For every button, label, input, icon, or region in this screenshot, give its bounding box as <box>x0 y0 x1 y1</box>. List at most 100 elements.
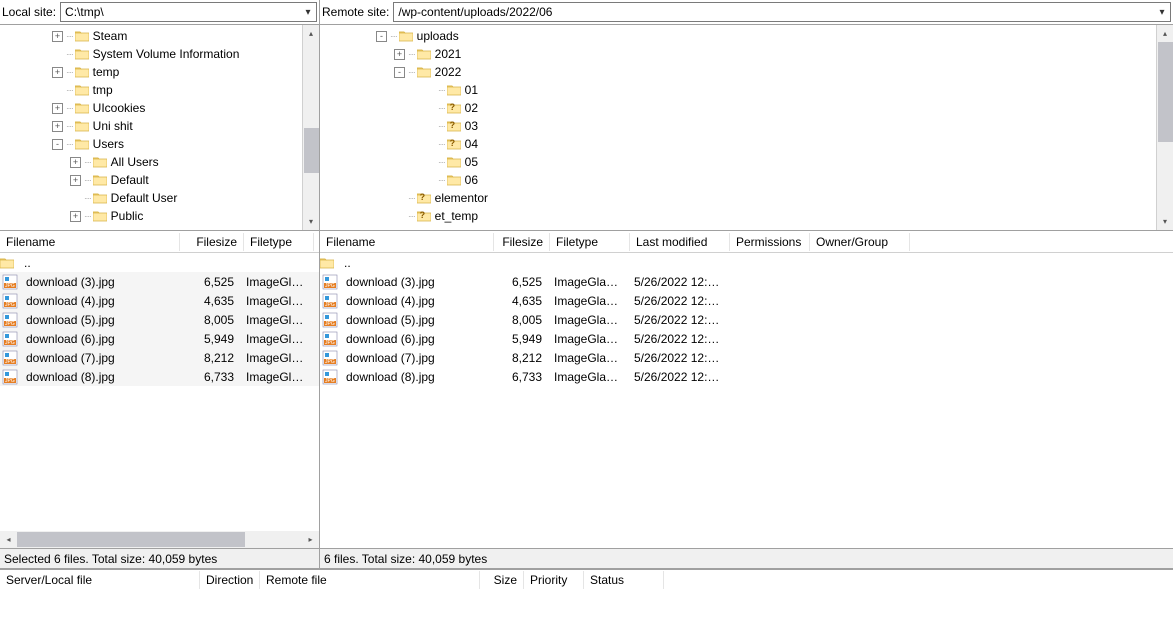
tree-expander[interactable]: + <box>52 121 63 132</box>
tree-item[interactable]: ····06 <box>320 171 1173 189</box>
chevron-down-icon[interactable]: ▾ <box>1154 7 1170 18</box>
tree-label: uploads <box>417 29 459 43</box>
tree-expander[interactable]: + <box>52 103 63 114</box>
file-row[interactable]: download (4).jpg4,635ImageGlas...5/26/20… <box>320 291 1173 310</box>
tree-expander[interactable]: + <box>52 67 63 78</box>
local-file-list[interactable]: ..download (3).jpg6,525ImageGlassdownloa… <box>0 253 319 386</box>
tree-expander[interactable]: + <box>52 31 63 42</box>
parent-dir[interactable]: .. <box>0 253 319 272</box>
file-name: download (6).jpg <box>20 332 180 346</box>
file-row[interactable]: download (5).jpg8,005ImageGlas...5/26/20… <box>320 310 1173 329</box>
tree-expander[interactable]: - <box>394 67 405 78</box>
tree-item[interactable]: -····Users <box>0 135 319 153</box>
scrollbar-vertical[interactable]: ▴ ▾ <box>302 25 319 230</box>
scroll-up-icon[interactable]: ▴ <box>1157 25 1173 42</box>
col-server[interactable]: Server/Local file <box>0 571 200 589</box>
tree-item[interactable]: +····Default <box>0 171 319 189</box>
file-row[interactable]: download (6).jpg5,949ImageGlas...5/26/20… <box>320 329 1173 348</box>
file-row[interactable]: download (3).jpg6,525ImageGlas...5/26/20… <box>320 272 1173 291</box>
col-modified[interactable]: Last modified <box>630 233 730 251</box>
tree-item[interactable]: ····System Volume Information <box>0 45 319 63</box>
scroll-right-icon[interactable]: ▸ <box>302 531 319 548</box>
jpg-icon <box>2 274 18 290</box>
scrollbar-horizontal[interactable]: ◂ ▸ <box>0 531 319 548</box>
scroll-down-icon[interactable]: ▾ <box>303 213 320 230</box>
tree-expander[interactable]: + <box>394 49 405 60</box>
tree-item[interactable]: -····uploads <box>320 27 1173 45</box>
col-direction[interactable]: Direction <box>200 571 260 589</box>
tree-item[interactable]: +····temp <box>0 63 319 81</box>
local-tree[interactable]: +····Steam····System Volume Information+… <box>0 25 319 231</box>
file-row[interactable]: download (3).jpg6,525ImageGlass <box>0 272 319 291</box>
scroll-up-icon[interactable]: ▴ <box>303 25 320 42</box>
tree-item[interactable]: -····2022 <box>320 63 1173 81</box>
col-priority[interactable]: Priority <box>524 571 584 589</box>
scroll-left-icon[interactable]: ◂ <box>0 531 17 548</box>
tree-item[interactable]: ····04 <box>320 135 1173 153</box>
tree-expander[interactable]: - <box>376 31 387 42</box>
remote-site-label: Remote site: <box>322 3 393 21</box>
file-size: 6,733 <box>496 370 548 384</box>
tree-item[interactable]: ····elementor <box>320 189 1173 207</box>
col-filetype[interactable]: Filetype <box>550 233 630 251</box>
col-owner[interactable]: Owner/Group <box>810 233 910 251</box>
folder-icon <box>93 210 107 222</box>
col-size[interactable]: Size <box>480 571 524 589</box>
col-filesize[interactable]: Filesize <box>180 233 244 251</box>
tree-expander[interactable]: + <box>70 211 81 222</box>
chevron-down-icon[interactable]: ▾ <box>300 7 316 18</box>
file-modified: 5/26/2022 12:0... <box>628 294 728 308</box>
tree-item[interactable]: ····Default User <box>0 189 319 207</box>
transfer-queue-header[interactable]: Server/Local file Direction Remote file … <box>0 568 1173 590</box>
tree-item[interactable]: +····UIcookies <box>0 99 319 117</box>
tree-item[interactable]: ····et_temp <box>320 207 1173 225</box>
col-filename[interactable]: Filename <box>320 233 494 251</box>
col-filetype[interactable]: Filetype <box>244 233 314 251</box>
remote-path-input[interactable] <box>394 5 1154 19</box>
col-permissions[interactable]: Permissions <box>730 233 810 251</box>
file-row[interactable]: download (6).jpg5,949ImageGlass <box>0 329 319 348</box>
file-type: ImageGlass <box>240 370 310 384</box>
file-row[interactable]: download (7).jpg8,212ImageGlass <box>0 348 319 367</box>
remote-status: 6 files. Total size: 40,059 bytes <box>320 548 1173 568</box>
tree-item[interactable]: ····03 <box>320 117 1173 135</box>
col-remote[interactable]: Remote file <box>260 571 480 589</box>
transfer-queue-body[interactable] <box>0 590 1173 630</box>
folder-icon <box>75 120 89 132</box>
local-list-header[interactable]: Filename Filesize Filetype <box>0 231 319 253</box>
local-path-input[interactable] <box>61 5 300 19</box>
file-row[interactable]: download (7).jpg8,212ImageGlas...5/26/20… <box>320 348 1173 367</box>
tree-expander[interactable]: - <box>52 139 63 150</box>
col-status[interactable]: Status <box>584 571 664 589</box>
remote-file-list[interactable]: ..download (3).jpg6,525ImageGlas...5/26/… <box>320 253 1173 386</box>
parent-dir[interactable]: .. <box>320 253 1173 272</box>
remote-tree[interactable]: -····uploads+····2021-····2022····01····… <box>320 25 1173 231</box>
col-filesize[interactable]: Filesize <box>494 233 550 251</box>
remote-path-combo[interactable]: ▾ <box>393 2 1171 22</box>
tree-item[interactable]: +····Uni shit <box>0 117 319 135</box>
tree-expander[interactable]: + <box>70 157 81 168</box>
tree-item[interactable]: ····02 <box>320 99 1173 117</box>
local-path-combo[interactable]: ▾ <box>60 2 317 22</box>
tree-item[interactable]: +····Steam <box>0 27 319 45</box>
file-row[interactable]: download (4).jpg4,635ImageGlass <box>0 291 319 310</box>
tree-item[interactable]: ····05 <box>320 153 1173 171</box>
folder-icon <box>417 210 431 222</box>
tree-item[interactable]: +····Public <box>0 207 319 225</box>
tree-item[interactable]: ····tmp <box>0 81 319 99</box>
tree-item[interactable]: +····All Users <box>0 153 319 171</box>
file-row[interactable]: download (8).jpg6,733ImageGlass <box>0 367 319 386</box>
scroll-down-icon[interactable]: ▾ <box>1157 213 1173 230</box>
col-filename[interactable]: Filename <box>0 233 180 251</box>
file-size: 6,525 <box>180 275 240 289</box>
jpg-icon <box>2 331 18 347</box>
tree-label: 06 <box>465 173 478 187</box>
tree-expander[interactable]: + <box>70 175 81 186</box>
tree-item[interactable]: +····2021 <box>320 45 1173 63</box>
remote-list-header[interactable]: Filename Filesize Filetype Last modified… <box>320 231 1173 253</box>
tree-label: Default <box>111 173 149 187</box>
scrollbar-vertical[interactable]: ▴ ▾ <box>1156 25 1173 230</box>
file-row[interactable]: download (5).jpg8,005ImageGlass <box>0 310 319 329</box>
tree-item[interactable]: ····01 <box>320 81 1173 99</box>
file-row[interactable]: download (8).jpg6,733ImageGlas...5/26/20… <box>320 367 1173 386</box>
